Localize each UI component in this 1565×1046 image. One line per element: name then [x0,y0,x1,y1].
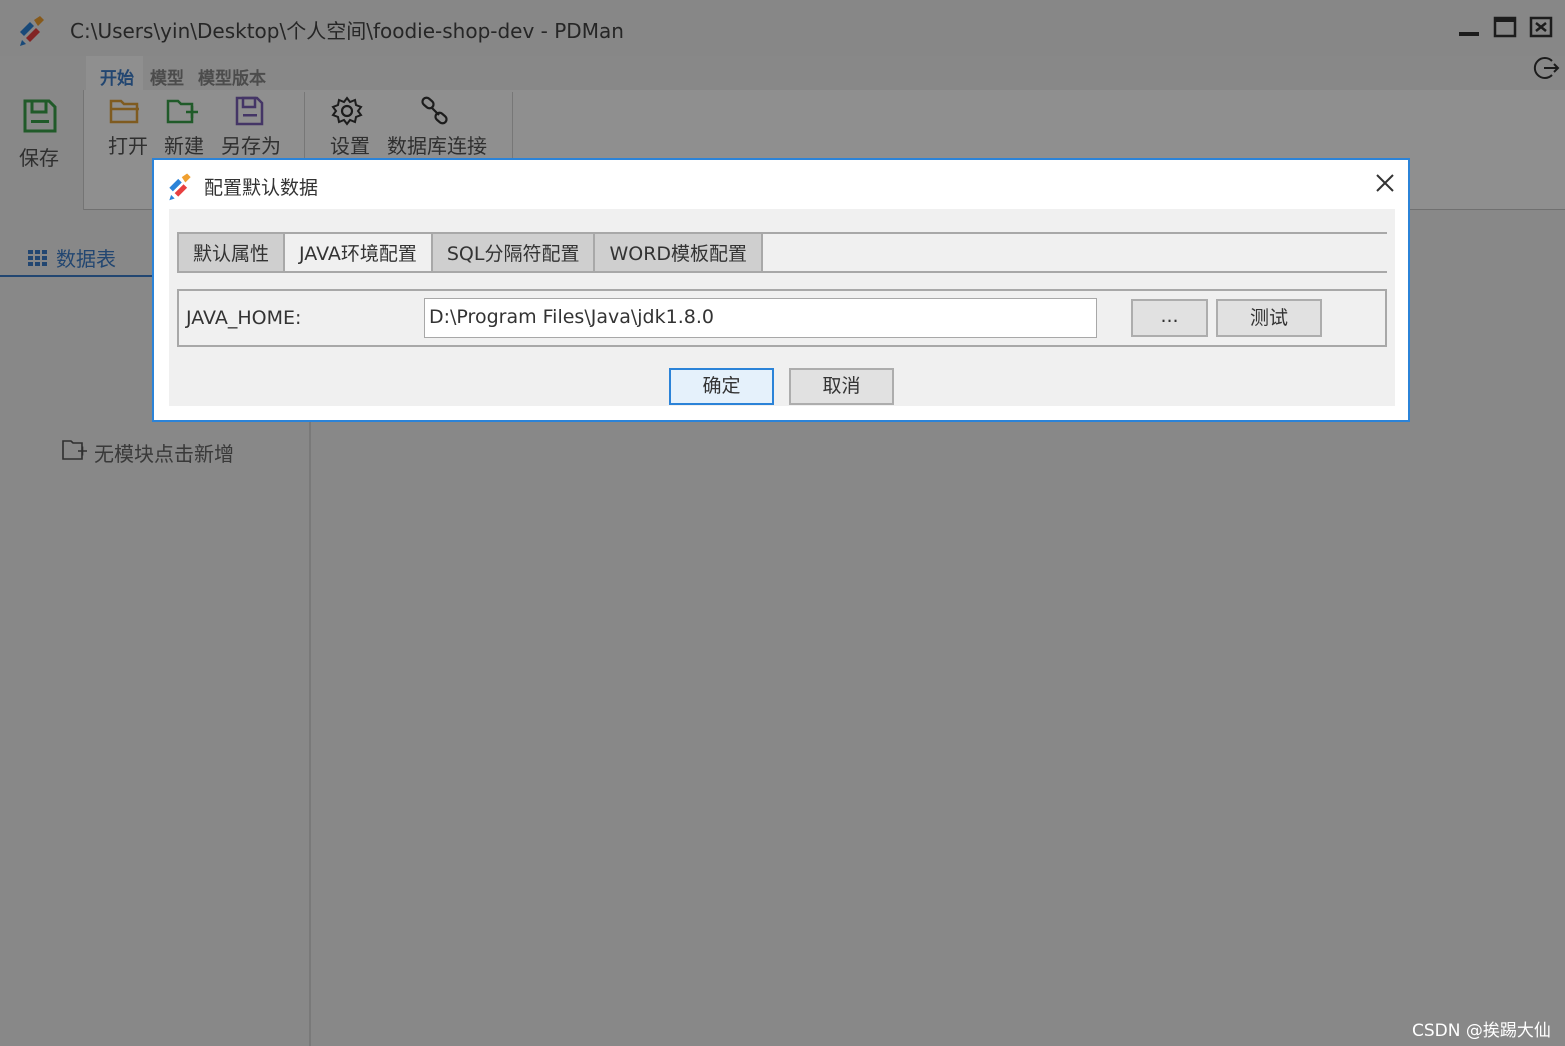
ok-button[interactable]: 确定 [669,368,774,405]
cancel-button[interactable]: 取消 [789,368,894,405]
tab-word-template[interactable]: WORD模板配置 [595,234,763,271]
dialog-tabs: 默认属性 JAVA环境配置 SQL分隔符配置 WORD模板配置 [177,232,1387,273]
tab-sql-delimiter[interactable]: SQL分隔符配置 [433,234,596,271]
browse-button[interactable]: ... [1131,299,1208,337]
java-home-input[interactable]: D:\Program Files\Java\jdk1.8.0 [424,298,1097,338]
tab-default-attributes[interactable]: 默认属性 [177,234,285,271]
java-home-row: JAVA_HOME: D:\Program Files\Java\jdk1.8.… [177,289,1387,347]
watermark: CSDN @挨踢大仙 [1412,1016,1551,1041]
pdman-logo-icon [164,170,196,202]
dialog-body: 默认属性 JAVA环境配置 SQL分隔符配置 WORD模板配置 JAVA_HOM… [169,209,1395,406]
modal-backdrop [0,0,1565,1046]
dialog-title: 配置默认数据 [204,173,318,200]
close-icon[interactable] [1372,170,1398,196]
tab-java-env[interactable]: JAVA环境配置 [285,234,433,271]
test-button[interactable]: 测试 [1216,299,1322,337]
java-home-label: JAVA_HOME: [186,307,301,329]
config-default-data-dialog: 配置默认数据 默认属性 JAVA环境配置 SQL分隔符配置 WORD模板配置 J… [152,158,1410,422]
